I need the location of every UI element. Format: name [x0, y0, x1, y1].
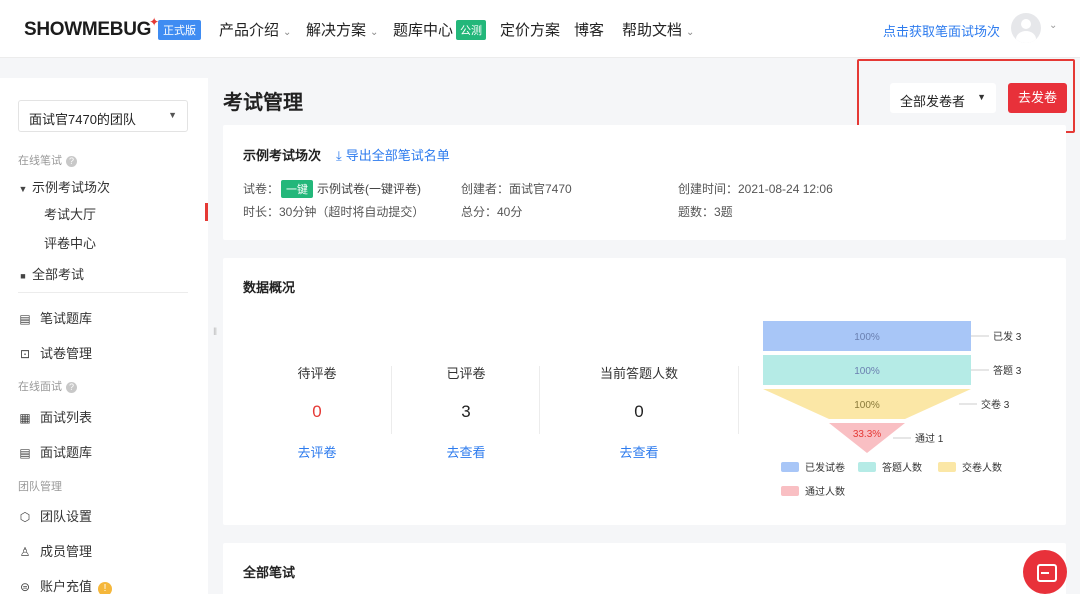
- document-icon: ▤: [19, 446, 31, 460]
- legend-label: 交卷人数: [962, 461, 1002, 474]
- nav-help-docs[interactable]: 帮助文档 ⌄: [622, 19, 694, 40]
- chevron-down-icon[interactable]: ⌄: [1049, 20, 1057, 31]
- all-written-title: 全部笔试: [243, 565, 296, 580]
- calendar-icon: ▦: [19, 411, 31, 425]
- legend-swatch: [781, 486, 799, 496]
- logo[interactable]: SHOWMEBUG✦: [24, 15, 161, 41]
- sidebar-group-interview: 在线面试?: [18, 378, 77, 394]
- get-sessions-link[interactable]: 点击获取笔面试场次: [883, 21, 1000, 40]
- funnel-chart: 100% 已发 3 100% 答题 3 100% 交卷 3 33.3% 通过 1 已发试卷 答题人…: [763, 321, 1022, 498]
- sidebar-item-exam-hall[interactable]: 考试大厅: [44, 204, 96, 223]
- chevron-down-icon: ⌄: [686, 27, 695, 38]
- stat-value: 0: [312, 402, 322, 421]
- legend-swatch: [781, 462, 799, 472]
- team-select[interactable]: 面试官7470的团队 ▼: [18, 100, 188, 132]
- exam-session-title: 示例考试场次: [243, 148, 322, 163]
- sidebar-item-interview-bank[interactable]: ▤ 面试题库: [18, 442, 92, 461]
- legend-label: 已发试卷: [805, 461, 845, 474]
- nav-blog[interactable]: 博客: [574, 19, 604, 40]
- sidebar-item-all-exams[interactable]: ■ 全部考试: [18, 264, 84, 283]
- resize-handle[interactable]: ‖: [213, 327, 217, 338]
- stat-pending: 待评卷 0 去评卷: [267, 363, 367, 461]
- funnel-percent-label: 33.3%: [853, 429, 881, 440]
- divider: [738, 366, 739, 434]
- sidebar-item-paper-management[interactable]: ⊡ 试卷管理: [18, 343, 92, 362]
- warning-icon: !: [98, 582, 113, 594]
- sidebar-item-team-settings[interactable]: ⬡ 团队设置: [18, 506, 92, 525]
- sidebar-item-account-recharge[interactable]: ⊜ 账户充值!: [18, 576, 113, 594]
- sidebar-item-question-bank[interactable]: ▤ 笔试题库: [18, 308, 92, 327]
- view-graded-link[interactable]: 去查看: [416, 442, 516, 461]
- stat-label: 当前答题人数: [599, 366, 678, 381]
- help-icon[interactable]: ?: [66, 156, 77, 167]
- sidebar-item-grading-center[interactable]: 评卷中心: [44, 233, 96, 252]
- caret-down-icon: ▼: [18, 184, 28, 194]
- user-icon: ♙: [19, 545, 31, 559]
- highlight-annotation: [857, 59, 1075, 133]
- funnel-percent-label: 100%: [854, 366, 880, 377]
- paper-icon: ⊡: [19, 347, 31, 361]
- active-indicator: [205, 203, 208, 221]
- creator-info: 创建者：面试官7470: [461, 182, 572, 196]
- one-click-tag: 一键: [281, 180, 314, 198]
- sidebar-group-written: 在线笔试?: [18, 152, 77, 168]
- exam-session-card: 示例考试场次 ⤓ 导出全部笔试名单 试卷： 一键 示例试卷(一键评卷) 创建者：面试官…: [223, 125, 1066, 240]
- chevron-down-icon: ⌄: [370, 27, 379, 38]
- nav-pricing[interactable]: 定价方案: [500, 19, 560, 40]
- paper-info: 试卷： 一键 示例试卷(一键评卷): [243, 180, 422, 198]
- duration-info: 时长：30分钟（超时将自动提交）: [243, 205, 425, 219]
- avatar[interactable]: [1011, 13, 1041, 43]
- sidebar-item-member-management[interactable]: ♙ 成员管理: [18, 541, 92, 560]
- stat-value: 0: [634, 402, 644, 421]
- chat-button[interactable]: [1023, 550, 1067, 594]
- funnel-percent-label: 100%: [854, 400, 880, 411]
- coin-icon: ⊜: [19, 580, 31, 594]
- total-score: 总分：40分: [461, 205, 523, 219]
- view-current-link[interactable]: 去查看: [579, 442, 699, 461]
- stat-label: 待评卷: [297, 366, 337, 381]
- legend-swatch: [858, 462, 876, 472]
- funnel-stage-label: 已发 3: [993, 330, 1022, 343]
- document-icon: ▤: [19, 312, 31, 326]
- created-time: 创建时间：2021-08-24 12:06: [678, 182, 833, 196]
- caret-down-icon: ▼: [168, 110, 177, 120]
- top-nav: SHOWMEBUG✦ 正式版 产品介绍 ⌄ 解决方案 ⌄ 题库中心 公测 定价方案 博…: [0, 0, 1080, 58]
- legend-label: 答题人数: [882, 461, 922, 474]
- funnel-stage-label: 答题 3: [993, 364, 1022, 377]
- all-written-card: 全部笔试: [223, 543, 1066, 594]
- go-grade-link[interactable]: 去评卷: [267, 442, 367, 461]
- funnel-stage-label: 交卷 3: [981, 398, 1010, 411]
- stat-graded: 已评卷 3 去查看: [416, 363, 516, 461]
- divider: [18, 292, 188, 293]
- nav-question-bank[interactable]: 题库中心 公测: [393, 19, 487, 40]
- beta-badge: 公测: [456, 20, 487, 40]
- overview-title: 数据概况: [243, 280, 296, 295]
- sidebar-item-interview-list[interactable]: ▦ 面试列表: [18, 407, 92, 426]
- legend-swatch: [938, 462, 956, 472]
- funnel-percent-label: 100%: [854, 332, 880, 343]
- chevron-down-icon: ⌄: [283, 27, 292, 38]
- divider: [539, 366, 540, 434]
- funnel-stage-label: 通过 1: [915, 432, 944, 445]
- question-count: 题数：3题: [678, 205, 733, 219]
- nav-solutions[interactable]: 解决方案 ⌄: [306, 19, 378, 40]
- sidebar-item-exam-session[interactable]: ▼ 示例考试场次: [18, 177, 110, 196]
- paper-name[interactable]: 示例试卷(一键评卷): [317, 182, 421, 196]
- divider: [391, 366, 392, 434]
- nav-product[interactable]: 产品介绍 ⌄: [219, 19, 291, 40]
- download-icon: ⤓: [336, 148, 342, 163]
- export-list-link[interactable]: ⤓ 导出全部笔试名单: [336, 145, 450, 164]
- page-title: 考试管理: [223, 92, 303, 114]
- stat-current: 当前答题人数 0 去查看: [579, 363, 699, 461]
- sidebar: 面试官7470的团队 ▼ 在线笔试? ▼ 示例考试场次 考试大厅 评卷中心 ■ 全部…: [0, 78, 208, 594]
- square-bullet-icon: ■: [20, 271, 26, 281]
- edition-badge: 正式版: [158, 20, 201, 40]
- help-icon[interactable]: ?: [66, 382, 77, 393]
- sidebar-group-team: 团队管理: [18, 481, 62, 493]
- stat-value: 3: [461, 402, 471, 421]
- legend-label: 通过人数: [805, 485, 845, 498]
- data-overview-card: 数据概况 待评卷 0 去评卷 已评卷 3 去查看 当前答题人数 0 去查看 10…: [223, 258, 1066, 525]
- stat-label: 已评卷: [446, 366, 486, 381]
- cube-icon: ⬡: [19, 510, 31, 524]
